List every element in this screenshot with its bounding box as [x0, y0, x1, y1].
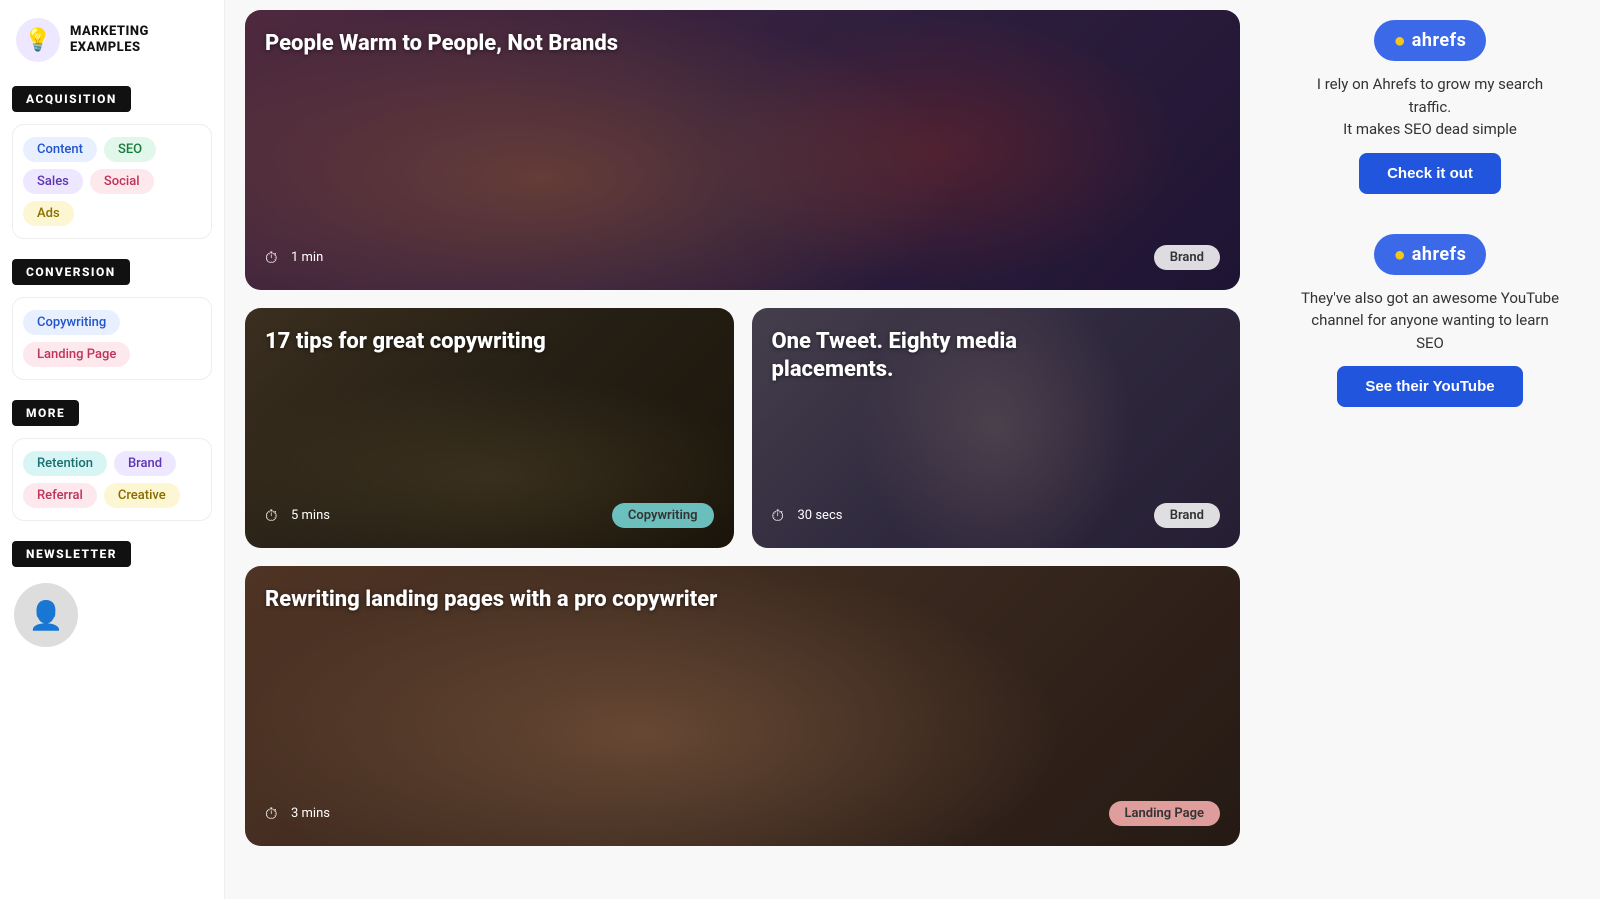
ad-body-2: They've also got an awesome YouTube chan… [1300, 287, 1560, 355]
tag-landing-page[interactable]: Landing Page [23, 342, 130, 367]
card-title-tweet: One Tweet. Eighty media placements. [772, 328, 1108, 383]
ahrefs-text-1: ahrefs [1412, 30, 1467, 51]
tag-retention[interactable]: Retention [23, 451, 107, 476]
tag-brand[interactable]: Brand [114, 451, 176, 476]
section-more: MORE Retention Brand Referral Creative [0, 392, 224, 521]
ahrefs-text-2: ahrefs [1412, 244, 1467, 265]
section-label-newsletter: NEWSLETTER [12, 541, 131, 567]
card-landing[interactable]: Rewriting landing pages with a pro copyw… [245, 566, 1240, 846]
tags-box-conversion: Copywriting Landing Page [12, 297, 212, 380]
ahrefs-logo-1: ● ahrefs [1374, 20, 1487, 61]
right-panel: ● ahrefs I rely on Ahrefs to grow my sea… [1260, 0, 1600, 899]
ad-box-2: ● ahrefs They've also got an awesome You… [1280, 234, 1580, 408]
card-tag-copywriting: Copywriting [612, 503, 714, 528]
tag-referral[interactable]: Referral [23, 483, 97, 508]
ad-cta-2[interactable]: See their YouTube [1337, 366, 1522, 407]
card-title-copywriting: 17 tips for great copywriting [265, 328, 601, 356]
section-label-conversion: CONVERSION [12, 259, 130, 285]
ad-cta-1[interactable]: Check it out [1359, 153, 1501, 194]
section-acquisition: ACQUISITION Content SEO Sales Social Ads [0, 78, 224, 239]
ad-body-1: I rely on Ahrefs to grow my search traff… [1300, 73, 1560, 141]
section-newsletter: NEWSLETTER 👤 [0, 533, 224, 647]
time-icon: ⏱ [265, 248, 285, 268]
tags-box-more: Retention Brand Referral Creative [12, 438, 212, 521]
section-conversion: CONVERSION Copywriting Landing Page [0, 251, 224, 380]
ad-box-1: ● ahrefs I rely on Ahrefs to grow my sea… [1280, 20, 1580, 194]
logo-area[interactable]: 💡 MARKETING EXAMPLES [0, 0, 224, 78]
card-tweet[interactable]: One Tweet. Eighty media placements. ⏱ 30… [752, 308, 1241, 548]
logo-text: MARKETING EXAMPLES [70, 24, 149, 55]
card-tag-people: Brand [1154, 245, 1220, 270]
section-label-acquisition: ACQUISITION [12, 86, 131, 112]
logo-icon: 💡 [16, 18, 60, 62]
card-people[interactable]: People Warm to People, Not Brands ⏱ 1 mi… [245, 10, 1240, 290]
tag-copywriting[interactable]: Copywriting [23, 310, 120, 335]
card-tag-landing: Landing Page [1109, 801, 1221, 826]
time-icon-3: ⏱ [772, 506, 792, 526]
card-time-copywriting: ⏱ 5 mins [265, 506, 330, 526]
time-icon-4: ⏱ [265, 804, 285, 824]
tags-box-acquisition: Content SEO Sales Social Ads [12, 124, 212, 239]
card-title-people: People Warm to People, Not Brands [265, 30, 981, 58]
newsletter-avatar: 👤 [14, 583, 78, 647]
section-label-more: MORE [12, 400, 79, 426]
card-copywriting[interactable]: 17 tips for great copywriting ⏱ 5 mins C… [245, 308, 734, 548]
time-icon-2: ⏱ [265, 506, 285, 526]
ahrefs-logo-2: ● ahrefs [1374, 234, 1487, 275]
tag-creative[interactable]: Creative [104, 483, 180, 508]
main-content: People Warm to People, Not Brands ⏱ 1 mi… [225, 0, 1260, 899]
tag-content[interactable]: Content [23, 137, 97, 162]
sidebar: 💡 MARKETING EXAMPLES ACQUISITION Content… [0, 0, 225, 899]
ahrefs-dot-2: ● [1394, 242, 1406, 267]
card-time-people: ⏱ 1 min [265, 248, 323, 268]
card-title-landing: Rewriting landing pages with a pro copyw… [265, 586, 981, 614]
ahrefs-dot-1: ● [1394, 28, 1406, 53]
card-time-tweet: ⏱ 30 secs [772, 506, 843, 526]
tag-seo[interactable]: SEO [104, 137, 156, 162]
tag-social[interactable]: Social [90, 169, 154, 194]
card-tag-tweet: Brand [1154, 503, 1220, 528]
card-time-landing: ⏱ 3 mins [265, 804, 330, 824]
tag-sales[interactable]: Sales [23, 169, 83, 194]
tag-ads[interactable]: Ads [23, 201, 74, 226]
card-row-middle: 17 tips for great copywriting ⏱ 5 mins C… [245, 308, 1240, 548]
